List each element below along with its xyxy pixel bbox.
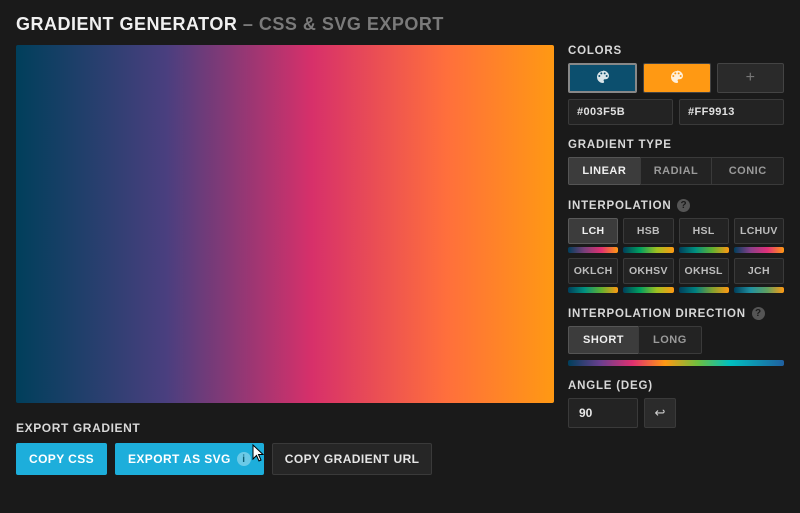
reverse-icon: ↩ xyxy=(655,405,666,421)
copy-css-button[interactable]: COPY CSS xyxy=(16,443,107,475)
gradient-preview xyxy=(16,45,554,403)
interpolation-direction-panel: INTERPOLATION DIRECTION ? SHORT LONG xyxy=(568,307,784,366)
help-icon[interactable]: ? xyxy=(752,307,765,320)
direction-long[interactable]: LONG xyxy=(638,326,702,354)
interpolation-label: INTERPOLATION xyxy=(568,200,671,212)
angle-input[interactable] xyxy=(568,398,638,428)
palette-icon xyxy=(669,69,685,88)
interpolation-preview-lch xyxy=(568,247,618,253)
angle-panel: ANGLE (DEG) ↩ xyxy=(568,380,784,428)
interpolation-preview-okhsv xyxy=(623,287,673,293)
interpolation-okhsv[interactable]: OKHSV xyxy=(623,258,673,284)
plus-icon: + xyxy=(746,69,755,87)
color-stop-1[interactable] xyxy=(643,63,710,93)
info-icon: i xyxy=(237,452,251,466)
colors-panel: COLORS + xyxy=(568,45,784,125)
interpolation-preview-lchuv xyxy=(734,247,784,253)
page-subtitle-sep: – xyxy=(237,14,259,34)
add-color-button[interactable]: + xyxy=(717,63,784,93)
help-icon[interactable]: ? xyxy=(677,199,690,212)
copy-css-label: COPY CSS xyxy=(29,452,94,466)
direction-preview-bar xyxy=(568,360,784,366)
interpolation-preview-hsb xyxy=(623,247,673,253)
gradient-type-panel: GRADIENT TYPE LINEAR RADIAL CONIC xyxy=(568,139,784,185)
color-hex-1[interactable]: #FF9913 xyxy=(679,99,784,125)
interpolation-panel: INTERPOLATION ? LCHHSBHSLLCHUV OKLCHOKHSV… xyxy=(568,199,784,293)
colors-label: COLORS xyxy=(568,45,784,57)
page-title: GRADIENT GENERATOR xyxy=(16,14,237,34)
copy-url-button[interactable]: COPY GRADIENT URL xyxy=(272,443,433,475)
interpolation-hsl[interactable]: HSL xyxy=(679,218,729,244)
color-hex-0[interactable]: #003F5B xyxy=(568,99,673,125)
interpolation-okhsl[interactable]: OKHSL xyxy=(679,258,729,284)
interpolation-preview-oklch xyxy=(568,287,618,293)
direction-short[interactable]: SHORT xyxy=(568,326,639,354)
interpolation-preview-jch xyxy=(734,287,784,293)
page-header: GRADIENT GENERATOR – CSS & SVG EXPORT xyxy=(0,0,800,45)
gradient-type-label: GRADIENT TYPE xyxy=(568,139,784,151)
palette-icon xyxy=(595,69,611,88)
gradient-type-linear[interactable]: LINEAR xyxy=(568,157,641,185)
gradient-type-radial[interactable]: RADIAL xyxy=(640,157,713,185)
interpolation-hsb[interactable]: HSB xyxy=(623,218,673,244)
page-subtitle: CSS & SVG EXPORT xyxy=(259,14,444,34)
interpolation-direction-label: INTERPOLATION DIRECTION xyxy=(568,308,746,320)
export-svg-label: EXPORT AS SVG xyxy=(128,452,231,466)
interpolation-jch[interactable]: JCH xyxy=(734,258,784,284)
interpolation-lch[interactable]: LCH xyxy=(568,218,618,244)
export-svg-button[interactable]: EXPORT AS SVG i xyxy=(115,443,264,475)
gradient-type-conic[interactable]: CONIC xyxy=(711,157,784,185)
copy-url-label: COPY GRADIENT URL xyxy=(285,452,420,466)
interpolation-preview-okhsl xyxy=(679,287,729,293)
angle-reverse-button[interactable]: ↩ xyxy=(644,398,676,428)
color-stop-0[interactable] xyxy=(568,63,637,93)
interpolation-preview-hsl xyxy=(679,247,729,253)
interpolation-oklch[interactable]: OKLCH xyxy=(568,258,618,284)
interpolation-lchuv[interactable]: LCHUV xyxy=(734,218,784,244)
export-label: EXPORT GRADIENT xyxy=(16,421,554,435)
angle-label: ANGLE (DEG) xyxy=(568,380,784,392)
